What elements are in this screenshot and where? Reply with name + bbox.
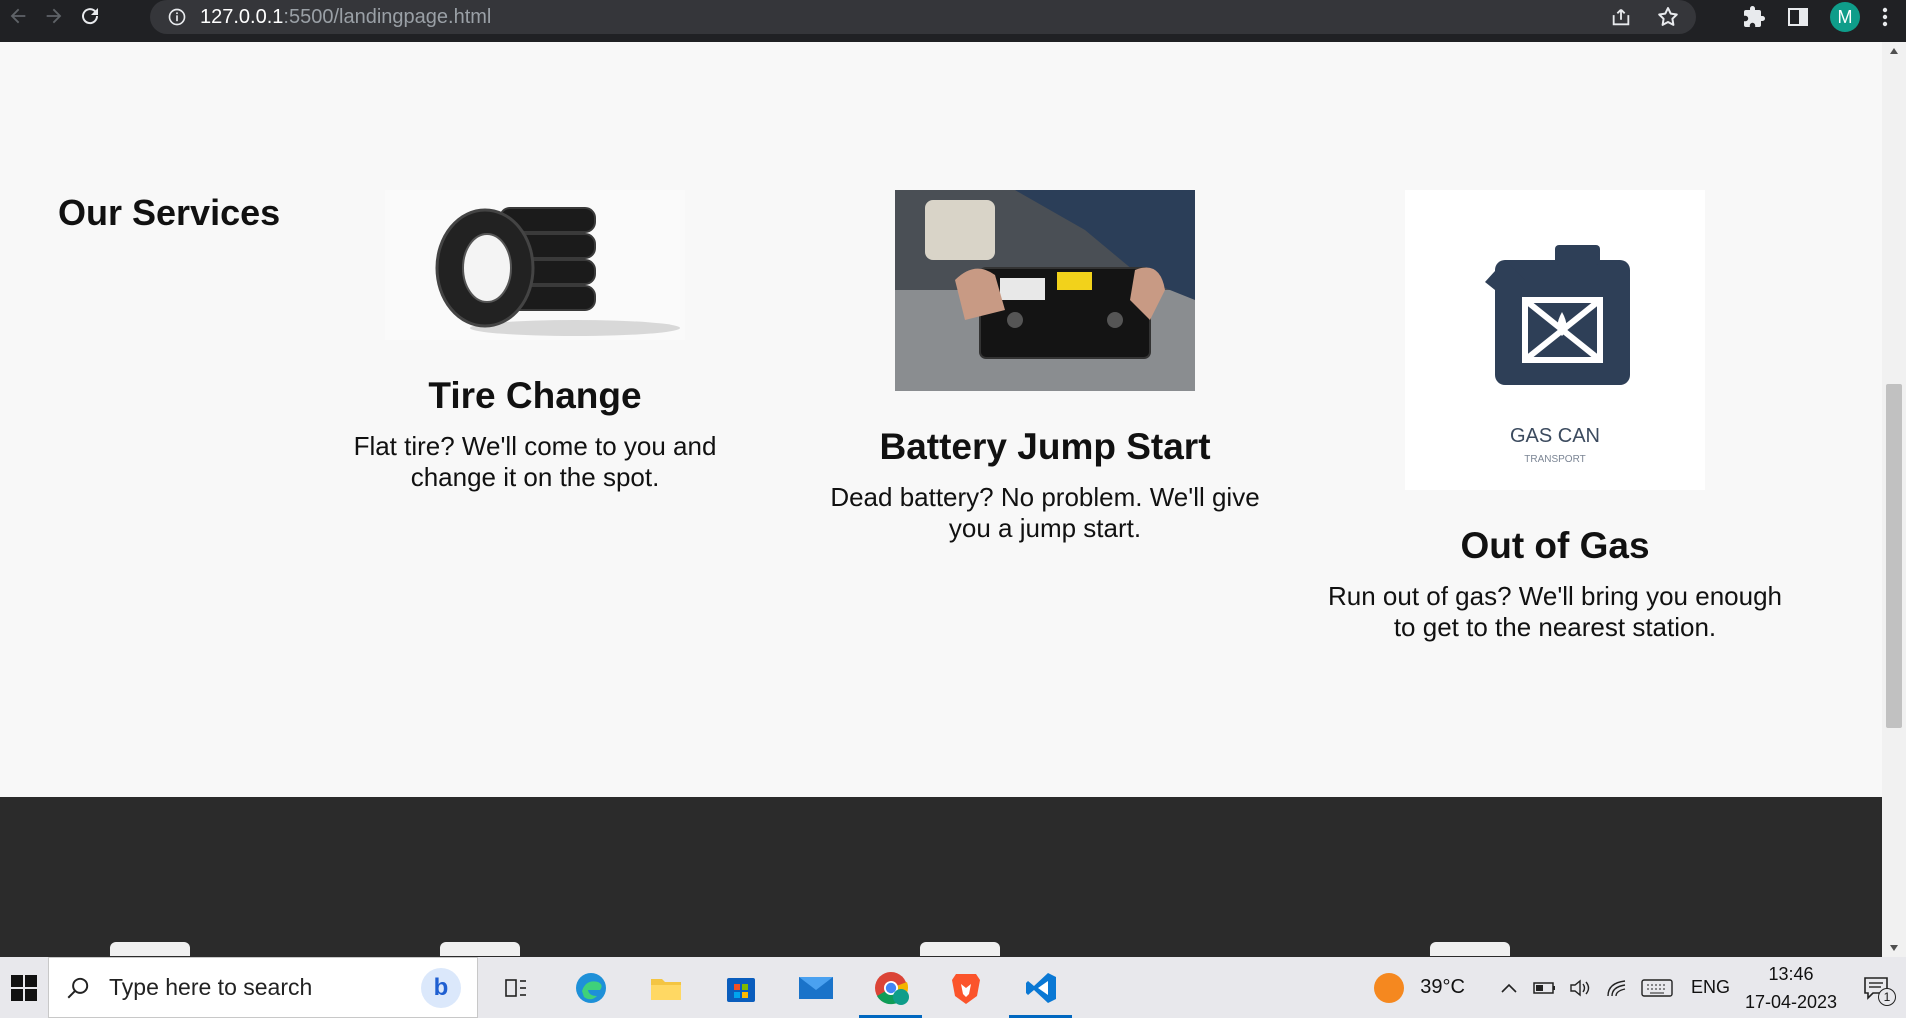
- service-title: Out of Gas: [1460, 525, 1650, 566]
- task-view-icon[interactable]: [478, 957, 553, 1018]
- service-title: Battery Jump Start: [879, 426, 1211, 467]
- weather-temperature[interactable]: 39°C: [1420, 976, 1465, 999]
- clock-time: 13:46: [1768, 963, 1814, 984]
- page-footer: [0, 797, 1882, 957]
- url-host: 127.0.0.1: [200, 5, 284, 28]
- input-language[interactable]: ENG: [1691, 977, 1730, 998]
- search-icon: [67, 977, 89, 998]
- service-description: Dead battery? No problem. We'll give you…: [830, 482, 1260, 543]
- side-panel-icon[interactable]: [1786, 5, 1810, 29]
- service-card-tire-change: Tire Change Flat tire? We'll come to you…: [330, 190, 740, 493]
- show-hidden-icons-chevron-icon[interactable]: [1499, 981, 1519, 995]
- footer-heading-cutoff: [110, 942, 200, 957]
- brave-browser-icon[interactable]: [928, 957, 1003, 1018]
- battery-image: [895, 190, 1195, 391]
- start-button[interactable]: [0, 957, 48, 1018]
- windows-logo-icon: [11, 974, 37, 1001]
- battery-icon[interactable]: [1533, 980, 1557, 996]
- service-card-out-of-gas: GAS CAN TRANSPORT Out of Gas Run out of …: [1320, 190, 1790, 643]
- chrome-browser-icon[interactable]: [853, 957, 928, 1018]
- url-text: 127.0.0.1:5500/landingpage.html: [200, 6, 491, 29]
- file-explorer-icon[interactable]: [628, 957, 703, 1018]
- back-button[interactable]: [0, 0, 36, 32]
- browser-toolbar: 127.0.0.1:5500/landingpage.html M: [0, 0, 1906, 42]
- wifi-icon[interactable]: [1605, 978, 1629, 998]
- menu-kebab-icon[interactable]: [1880, 5, 1890, 29]
- services-heading: Our Services: [58, 192, 281, 233]
- vscode-icon[interactable]: [1003, 957, 1078, 1018]
- reload-icon: [82, 8, 99, 25]
- extensions-puzzle-icon[interactable]: [1742, 5, 1766, 29]
- footer-heading-cutoff: [1430, 942, 1520, 957]
- address-bar[interactable]: 127.0.0.1:5500/landingpage.html: [150, 0, 1696, 34]
- footer-heading-cutoff: [920, 942, 1010, 957]
- back-arrow-icon: [10, 8, 26, 24]
- system-tray: 39°C ENG 13:46 17-04-2023 1: [1374, 957, 1906, 1018]
- scrollbar-thumb[interactable]: [1886, 384, 1902, 728]
- service-description: Run out of gas? We'll bring you enough t…: [1327, 581, 1782, 642]
- bookmark-star-icon[interactable]: [1656, 5, 1680, 29]
- notification-center-button[interactable]: 1: [1846, 957, 1906, 1018]
- edge-browser-icon[interactable]: [553, 957, 628, 1018]
- volume-icon[interactable]: [1569, 978, 1593, 998]
- scroll-down-arrow-icon[interactable]: [1882, 939, 1906, 957]
- page-scrollbar[interactable]: [1882, 42, 1906, 957]
- keyboard-icon[interactable]: [1641, 978, 1673, 998]
- taskbar-search-box[interactable]: Type here to search b: [48, 957, 478, 1018]
- page-viewport: Our Services Tire Change Flat tire? We'l…: [0, 42, 1882, 957]
- gas-can-logo-subtext: TRANSPORT: [1524, 454, 1586, 465]
- tires-image: [385, 190, 685, 340]
- service-title: Tire Change: [428, 375, 642, 416]
- share-icon[interactable]: [1610, 6, 1632, 28]
- footer-heading-cutoff: [440, 942, 530, 957]
- gas-can-logo-text: GAS CAN: [1510, 425, 1600, 447]
- url-path: :5500/landingpage.html: [283, 5, 492, 28]
- site-info-icon[interactable]: [166, 7, 188, 27]
- notification-count-badge: 1: [1878, 988, 1896, 1006]
- forward-arrow-icon: [46, 8, 62, 24]
- gas-can-image: GAS CAN TRANSPORT: [1405, 190, 1705, 490]
- forward-button[interactable]: [36, 0, 72, 32]
- service-description: Flat tire? We'll come to you and change …: [353, 431, 717, 492]
- clock-date: 17-04-2023: [1744, 991, 1838, 1012]
- service-card-battery-jump-start: Battery Jump Start Dead battery? No prob…: [810, 190, 1280, 544]
- scroll-up-arrow-icon[interactable]: [1882, 42, 1906, 60]
- microsoft-store-icon[interactable]: [703, 957, 778, 1018]
- mail-icon[interactable]: [778, 957, 853, 1018]
- weather-sun-icon[interactable]: [1374, 972, 1405, 1003]
- reload-button[interactable]: [72, 0, 108, 32]
- windows-taskbar: Type here to search b 39°C ENG 13:46 17-…: [0, 957, 1906, 1018]
- profile-avatar[interactable]: M: [1830, 2, 1860, 32]
- taskbar-clock[interactable]: 13:46 17-04-2023: [1736, 960, 1846, 1016]
- bing-chat-icon[interactable]: b: [421, 967, 461, 1008]
- search-placeholder: Type here to search: [109, 974, 313, 1000]
